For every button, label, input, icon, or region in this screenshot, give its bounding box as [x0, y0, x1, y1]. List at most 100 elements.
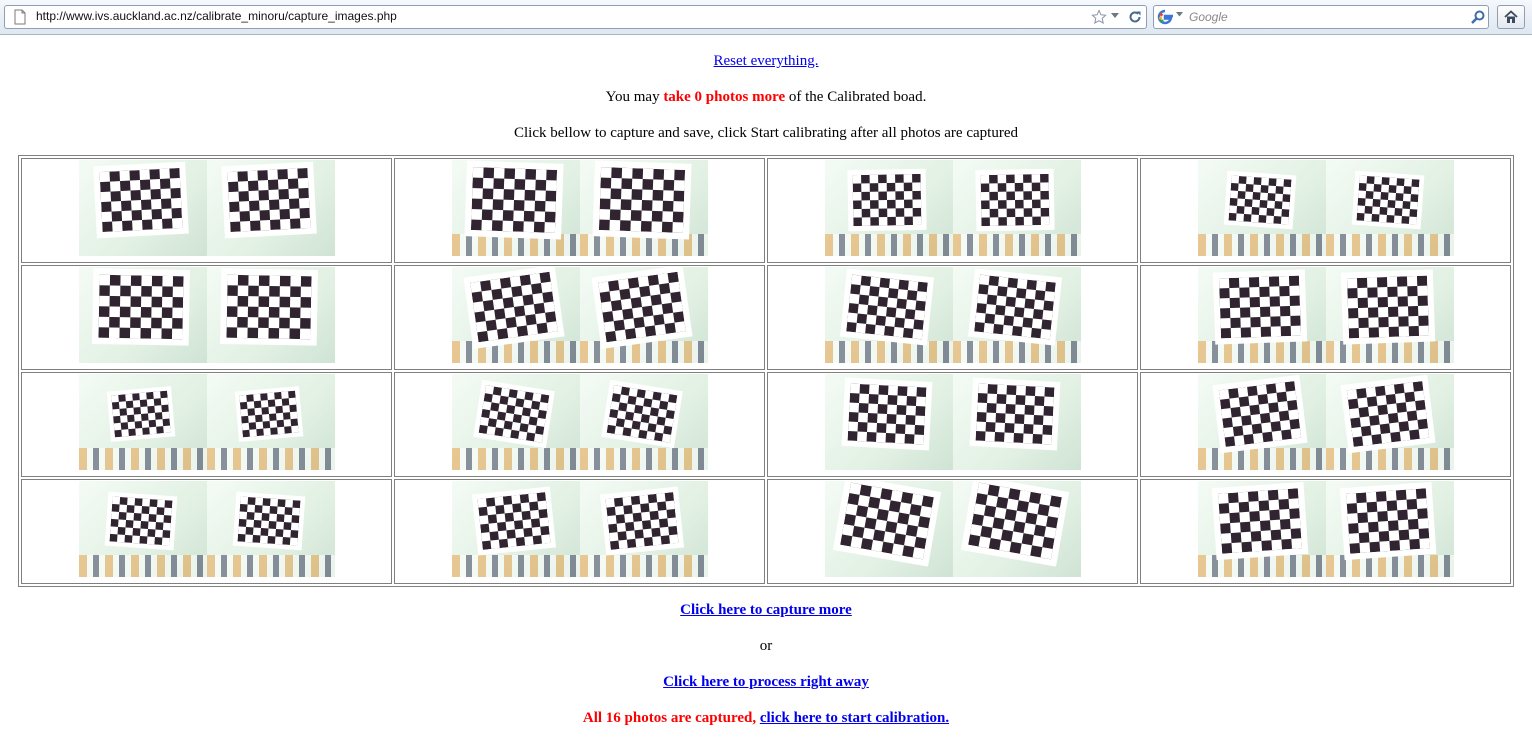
reset-everything-link[interactable]: Reset everything. — [714, 53, 819, 69]
checkerboard-pattern — [1228, 175, 1291, 225]
right-camera-image — [579, 481, 708, 577]
background-clutter — [1325, 448, 1454, 470]
background-clutter — [579, 234, 708, 256]
photo-cell — [21, 479, 392, 584]
photo-cell — [21, 372, 392, 477]
photo-cell — [1140, 479, 1511, 584]
stereo-photo-thumbnail[interactable] — [451, 481, 708, 577]
stereo-photo-thumbnail[interactable] — [824, 481, 1081, 577]
checkerboard-pattern — [97, 274, 184, 340]
stereo-photo-thumbnail[interactable] — [451, 374, 708, 470]
checkerboard-pattern — [598, 167, 685, 233]
page-icon — [14, 9, 26, 25]
background-clutter — [451, 341, 580, 363]
background-clutter — [451, 234, 580, 256]
right-camera-image — [952, 374, 1081, 470]
checkerboard-pattern — [1218, 275, 1301, 339]
background-clutter — [1197, 448, 1326, 470]
background-clutter — [1197, 555, 1326, 577]
background-clutter — [952, 234, 1081, 256]
background-clutter — [78, 555, 207, 577]
right-camera-image — [579, 374, 708, 470]
checkerboard-pattern — [237, 496, 300, 546]
photo-cell — [394, 372, 765, 477]
search-icon[interactable] — [1470, 9, 1486, 25]
checkerboard-pattern — [1346, 275, 1429, 339]
checkerboard-pattern — [1217, 488, 1302, 554]
url-text[interactable]: http://www.ivs.auckland.ac.nz/calibrate_… — [36, 9, 397, 23]
status-message: You may take 0 photos more of the Calibr… — [0, 88, 1532, 124]
capture-more-link[interactable]: Click here to capture more — [680, 602, 852, 618]
right-camera-image — [206, 160, 335, 256]
checkerboard-pattern — [1345, 488, 1430, 554]
left-camera-image — [824, 160, 953, 256]
start-calibration-link[interactable]: click here to start calibration. — [760, 710, 949, 726]
engine-dropdown-icon[interactable] — [1176, 12, 1183, 17]
right-camera-image — [206, 481, 335, 577]
all-captured-text: All 16 photos are captured, — [582, 710, 760, 726]
checkerboard-pattern — [597, 271, 686, 343]
stereo-photo-thumbnail[interactable] — [78, 160, 335, 256]
background-clutter — [1197, 234, 1326, 256]
left-camera-image — [1197, 374, 1326, 470]
stereo-photo-thumbnail[interactable] — [824, 160, 1081, 256]
photo-cell — [767, 372, 1138, 477]
stereo-photo-thumbnail[interactable] — [451, 160, 708, 256]
bookmark-star-icon[interactable] — [1091, 9, 1107, 25]
background-clutter — [451, 448, 580, 470]
background-clutter — [1197, 341, 1326, 363]
checkerboard-pattern — [1218, 381, 1301, 447]
stereo-photo-thumbnail[interactable] — [1197, 481, 1454, 577]
background-clutter — [824, 341, 953, 363]
background-clutter — [451, 555, 580, 577]
stereo-photo-thumbnail[interactable] — [1197, 160, 1454, 256]
left-camera-image — [824, 374, 953, 470]
checkerboard-pattern — [839, 482, 934, 560]
search-bar[interactable] — [1153, 5, 1489, 29]
checkerboard-pattern — [109, 496, 172, 546]
reload-icon[interactable] — [1127, 9, 1143, 25]
address-bar[interactable]: http://www.ivs.auckland.ac.nz/calibrate_… — [4, 5, 1147, 29]
checkerboard-pattern — [478, 385, 549, 443]
home-icon — [1504, 10, 1518, 23]
background-clutter — [952, 341, 1081, 363]
left-camera-image — [824, 481, 953, 577]
left-camera-image — [451, 374, 580, 470]
stereo-photo-thumbnail[interactable] — [1197, 374, 1454, 470]
google-icon[interactable] — [1157, 9, 1173, 25]
background-clutter — [1325, 555, 1454, 577]
search-input[interactable] — [1189, 8, 1459, 26]
process-right-away-link[interactable]: Click here to process right away — [663, 674, 869, 690]
right-camera-image — [1325, 160, 1454, 256]
background-clutter — [1325, 234, 1454, 256]
checkerboard-pattern — [973, 274, 1056, 340]
stereo-photo-thumbnail[interactable] — [824, 267, 1081, 363]
checkerboard-pattern — [225, 274, 312, 340]
right-camera-image — [579, 267, 708, 363]
background-clutter — [579, 448, 708, 470]
photo-cell — [21, 158, 392, 263]
captured-photos-grid — [18, 155, 1514, 587]
stereo-photo-thumbnail[interactable] — [824, 374, 1081, 470]
instructions: Click bellow to capture and save, click … — [514, 125, 1018, 141]
left-camera-image — [78, 267, 207, 363]
checkerboard-pattern — [98, 167, 183, 233]
checkerboard-pattern — [605, 492, 678, 550]
stereo-photo-thumbnail[interactable] — [78, 374, 335, 470]
photos-remaining: take 0 photos more — [663, 89, 786, 105]
photo-cell — [1140, 265, 1511, 370]
photo-cell — [21, 265, 392, 370]
stereo-photo-thumbnail[interactable] — [78, 481, 335, 577]
photo-cell — [394, 265, 765, 370]
right-camera-image — [952, 267, 1081, 363]
photo-cell — [1140, 372, 1511, 477]
left-camera-image — [78, 374, 207, 470]
stereo-photo-thumbnail[interactable] — [1197, 267, 1454, 363]
stereo-photo-thumbnail[interactable] — [78, 267, 335, 363]
stereo-photo-thumbnail[interactable] — [451, 267, 708, 363]
history-dropdown-icon[interactable] — [1111, 13, 1119, 19]
photo-cell — [394, 479, 765, 584]
checkerboard-pattern — [110, 390, 171, 438]
checkerboard-pattern — [847, 383, 926, 445]
home-button[interactable] — [1497, 5, 1525, 29]
